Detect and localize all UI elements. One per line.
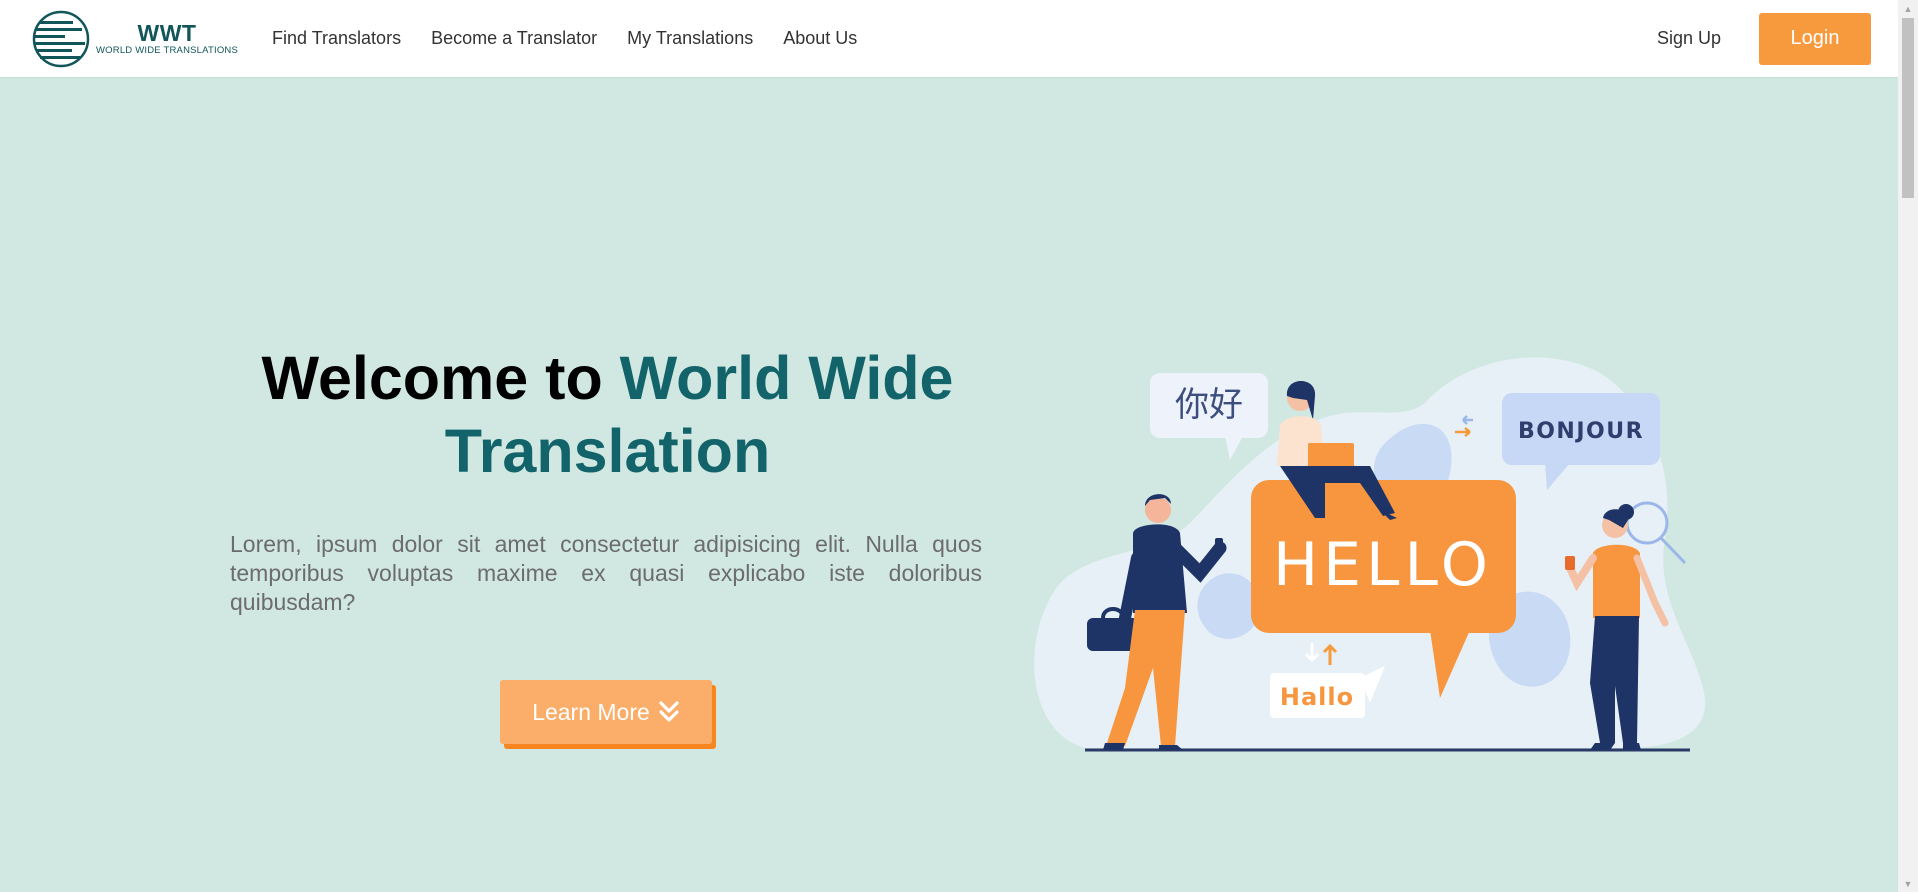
vertical-scrollbar[interactable]: ▲ ▼ — [1898, 0, 1918, 892]
hero-title: Welcome to World Wide Translation — [205, 342, 1010, 488]
login-button[interactable]: Login — [1759, 12, 1871, 65]
nav-link-about-us[interactable]: About Us — [783, 28, 857, 49]
nav-link-my-translations[interactable]: My Translations — [627, 28, 753, 49]
hero-title-translation: Translation — [444, 417, 771, 485]
bubble-chinese-text: 你好 — [1175, 385, 1243, 425]
translation-illustration: 你好 BONJOUR HELLO Hallo — [1034, 357, 1706, 752]
learn-more-button[interactable]: Learn More — [500, 680, 712, 744]
globe-logo-icon — [32, 10, 90, 67]
signup-link[interactable]: Sign Up — [1657, 28, 1721, 49]
learn-more-label: Learn More — [532, 698, 650, 725]
brand-title: WWT — [137, 19, 197, 46]
nav-link-find-translators[interactable]: Find Translators — [272, 28, 401, 49]
navbar: WWT WORLD WIDE TRANSLATIONS Find Transla… — [0, 0, 1898, 78]
brand-subtitle: WORLD WIDE TRANSLATIONS — [96, 44, 239, 56]
nav-link-become-translator[interactable]: Become a Translator — [431, 28, 597, 49]
brand-logo[interactable]: WWT WORLD WIDE TRANSLATIONS — [32, 10, 238, 68]
bubble-french-text: BONJOUR — [1518, 419, 1644, 444]
hero-title-world-wide: World Wide — [619, 344, 954, 412]
bubble-english-text: HELLO — [1273, 530, 1493, 600]
double-chevron-down-icon — [659, 701, 679, 722]
scroll-up-arrow-icon[interactable]: ▲ — [1898, 0, 1918, 17]
scrollbar-thumb[interactable] — [1902, 18, 1914, 198]
scroll-down-arrow-icon[interactable]: ▼ — [1898, 875, 1918, 892]
hero-description: Lorem, ipsum dolor sit amet consectetur … — [230, 531, 982, 615]
nav-links: Find Translators Become a Translator My … — [272, 28, 887, 49]
hero-title-welcome: Welcome to — [261, 344, 603, 412]
bubble-german-text: Hallo — [1280, 683, 1354, 711]
